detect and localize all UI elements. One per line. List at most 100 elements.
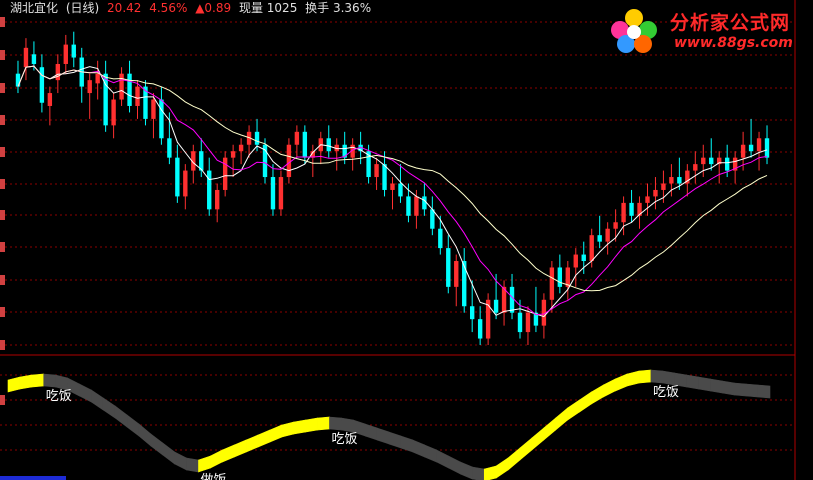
- signal-rise-segment: [591, 384, 604, 405]
- axis-tick: [0, 17, 5, 27]
- signal-fall-segment: [412, 439, 426, 458]
- signal-fall-segment: [341, 417, 354, 433]
- signal-fall-segment: [102, 397, 116, 419]
- candle-body: [294, 131, 300, 145]
- signal-rise-segment: [483, 465, 497, 480]
- signal-rise-segment: [31, 373, 45, 388]
- signal-fall-segment: [400, 435, 414, 453]
- stock-name: 湖北宜化: [10, 1, 59, 15]
- candle-body: [71, 44, 76, 58]
- signal-fall-segment: [745, 383, 759, 398]
- candle-body: [406, 196, 411, 216]
- candle-body: [222, 157, 228, 190]
- candle-body: [207, 170, 212, 210]
- candle-body: [525, 312, 531, 333]
- candle-body: [462, 261, 467, 307]
- candle-body: [597, 235, 602, 242]
- candle-body: [238, 144, 244, 152]
- signal-rise-segment: [543, 417, 556, 441]
- signal-rise-segment: [210, 449, 223, 469]
- watermark-logo: 分析家公式网 www.88gs.com: [598, 4, 810, 56]
- watermark-title: 分析家公式网: [670, 12, 791, 34]
- axis-tick: [0, 50, 5, 60]
- signal-rise-segment: [519, 437, 533, 461]
- signal-rise-segment: [281, 421, 295, 438]
- candle-body: [159, 99, 164, 139]
- candle-body: [709, 157, 714, 165]
- candle-body: [270, 177, 276, 210]
- signal-fall-segment: [174, 451, 187, 471]
- signal-rise-segment: [507, 447, 521, 471]
- flower-logo-icon: [611, 9, 657, 53]
- signal-fall-segment: [448, 455, 461, 475]
- candle-body: [326, 138, 331, 152]
- signal-fall-segment: [376, 427, 390, 445]
- signal-rise-segment: [317, 416, 330, 431]
- signal-fall-segment: [162, 442, 175, 465]
- signal-fall-segment: [79, 383, 92, 403]
- candle-body: [47, 93, 53, 106]
- candle-body: [230, 151, 236, 158]
- current-volume: 现量 1025: [238, 1, 298, 15]
- scroll-indicator: [0, 476, 66, 480]
- candle-body: [135, 86, 140, 106]
- signal-fall-segment: [733, 382, 747, 397]
- candle-body: [390, 183, 395, 190]
- signal-fall-segment: [424, 444, 437, 463]
- candle-body: [557, 267, 563, 287]
- candle-body: [764, 138, 770, 158]
- signal-rise-segment: [626, 370, 640, 387]
- candle-body: [581, 254, 586, 262]
- signal-fall-segment: [138, 423, 152, 447]
- candle-body: [254, 131, 260, 145]
- axis-tick: [0, 395, 5, 405]
- signal-label: 吃饭: [331, 431, 357, 447]
- signal-rise-segment: [638, 369, 652, 384]
- axis-tick: [0, 83, 5, 93]
- candle-body: [661, 183, 666, 190]
- signal-fall-segment: [126, 414, 140, 437]
- candle-body: [302, 131, 308, 158]
- candle-body: [422, 196, 427, 210]
- axis-tick: [0, 307, 5, 317]
- signal-fall-segment: [329, 416, 342, 431]
- candle-body: [477, 319, 483, 339]
- signal-fall-segment: [722, 380, 735, 396]
- signal-fall-segment: [114, 405, 128, 428]
- candle-body: [382, 164, 387, 190]
- axis-tick: [0, 179, 5, 189]
- candle-body: [509, 286, 515, 313]
- candle-body: [446, 248, 451, 287]
- signal-rise-segment: [567, 399, 580, 421]
- candle-body: [119, 73, 124, 100]
- candle-body: [549, 267, 555, 300]
- signal-label: 吃饭: [46, 388, 72, 404]
- candle-body: [701, 157, 706, 165]
- candle-body: [605, 228, 610, 242]
- signal-rise-segment: [305, 417, 318, 433]
- candle-body: [693, 164, 698, 171]
- candle-body: [23, 47, 29, 68]
- signal-label: 做饭: [201, 473, 227, 480]
- candle-body: [151, 99, 156, 119]
- price-change: ▲0.89: [195, 1, 232, 15]
- candle-body: [430, 209, 435, 229]
- signal-fall-segment: [698, 376, 711, 392]
- signal-fall-segment: [710, 378, 723, 394]
- axis-tick: [0, 340, 5, 350]
- axis-tick: [0, 115, 5, 125]
- signal-fall-segment: [472, 466, 485, 480]
- candle-body: [454, 261, 459, 287]
- signal-fall-segment: [460, 461, 473, 480]
- signal-fall-segment: [91, 389, 104, 411]
- signal-rise-segment: [555, 407, 568, 431]
- candle-body: [278, 177, 284, 210]
- axis-tick: [0, 242, 5, 252]
- signal-label: 吃饭: [653, 384, 679, 400]
- candle-body: [31, 54, 37, 64]
- signal-fall-segment: [757, 384, 771, 399]
- signal-rise-segment: [233, 439, 247, 458]
- candle-body: [669, 177, 674, 184]
- candle-body: [517, 312, 523, 333]
- candle-body: [653, 189, 658, 197]
